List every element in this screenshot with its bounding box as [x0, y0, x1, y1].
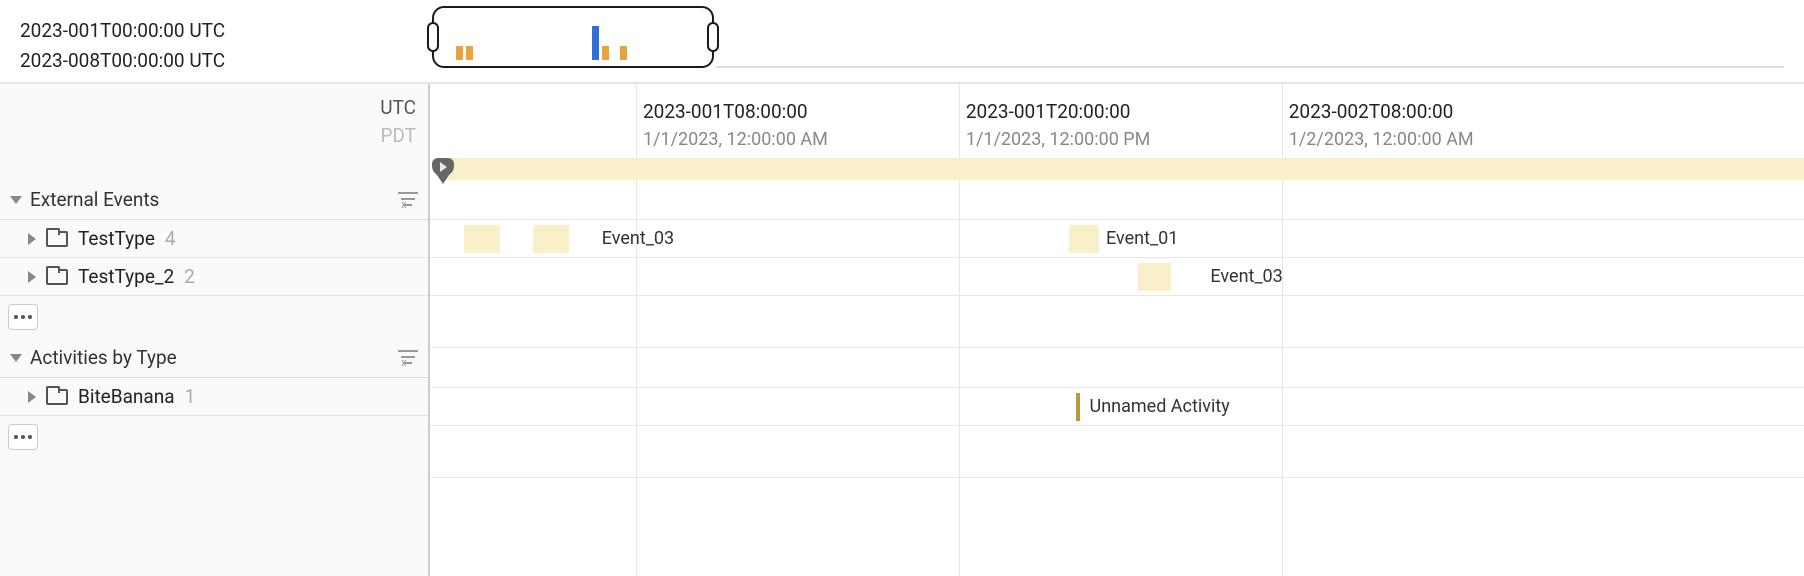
tick-local: 1/1/2023, 12:00:00 AM [643, 126, 828, 154]
tick-utc: 2023-001T20:00:00 [966, 98, 1151, 126]
event-label: Event_03 [602, 228, 674, 249]
folder-label: BiteBanana [78, 385, 175, 408]
folder-icon [46, 389, 68, 405]
chevron-down-icon [10, 196, 22, 204]
event-block[interactable] [1138, 263, 1171, 291]
top-divider [716, 66, 1784, 68]
lane-bitebanana[interactable]: Unnamed Activity [430, 388, 1804, 426]
chevron-right-icon [28, 391, 36, 403]
span-row [430, 158, 1804, 180]
event-block[interactable] [464, 225, 500, 253]
chevron-down-icon [10, 354, 22, 362]
folder-icon [46, 231, 68, 247]
event-block[interactable] [533, 225, 569, 253]
minimap-bar [592, 26, 599, 60]
event-label: Event_03 [1210, 266, 1282, 287]
playhead[interactable] [432, 158, 456, 184]
more-button[interactable] [8, 304, 38, 330]
plan-span [444, 158, 1804, 180]
folder-count: 4 [165, 227, 176, 250]
folder-count: 2 [184, 265, 195, 288]
range-start: 2023-001T00:00:00 UTC [20, 16, 225, 46]
sidebar: UTC PDT External Events x TestType 4 Tes… [0, 84, 430, 576]
range-end: 2023-008T00:00:00 UTC [20, 46, 225, 76]
folder-testtype-2[interactable]: TestType_2 2 [0, 258, 428, 296]
minimap[interactable] [432, 6, 714, 68]
folder-count: 1 [185, 385, 196, 408]
tick-utc: 2023-001T08:00:00 [643, 98, 828, 126]
section-external-events[interactable]: External Events x [0, 180, 428, 220]
section-title: Activities by Type [30, 346, 177, 369]
minimap-bar [466, 46, 473, 60]
tz-primary: UTC [0, 94, 416, 122]
more-button[interactable] [8, 424, 38, 450]
event-label: Unnamed Activity [1090, 396, 1230, 417]
time-header: 2023-001T08:00:00 1/1/2023, 12:00:00 AM … [430, 84, 1804, 158]
chevron-right-icon [28, 271, 36, 283]
folder-icon [46, 269, 68, 285]
filter-icon[interactable]: x [398, 192, 418, 208]
lane-testtype[interactable]: Event_03 Event_01 [430, 220, 1804, 258]
event-block[interactable] [1069, 225, 1099, 253]
minimap-bar [620, 46, 627, 60]
folder-testtype[interactable]: TestType 4 [0, 220, 428, 258]
tz-secondary: PDT [0, 122, 416, 150]
minimap-bar [456, 46, 463, 60]
tick-local: 1/1/2023, 12:00:00 PM [966, 126, 1151, 154]
folder-bitebanana[interactable]: BiteBanana 1 [0, 378, 428, 416]
minimap-bar [602, 46, 609, 60]
folder-label: TestType [78, 227, 155, 250]
lane-testtype-2[interactable]: Event_03 [430, 258, 1804, 296]
tick-utc: 2023-002T08:00:00 [1289, 98, 1474, 126]
section-activities[interactable]: Activities by Type x [0, 338, 428, 378]
timeline[interactable]: 2023-001T08:00:00 1/1/2023, 12:00:00 AM … [430, 84, 1804, 576]
minimap-handle-right[interactable] [707, 22, 719, 52]
activity-tick[interactable] [1076, 393, 1080, 421]
section-title: External Events [30, 188, 159, 211]
minimap-handle-left[interactable] [427, 22, 439, 52]
chevron-right-icon [28, 233, 36, 245]
filter-icon[interactable]: x [398, 350, 418, 366]
folder-label: TestType_2 [78, 265, 174, 288]
tick-local: 1/2/2023, 12:00:00 AM [1289, 126, 1474, 154]
event-label: Event_01 [1106, 228, 1178, 249]
